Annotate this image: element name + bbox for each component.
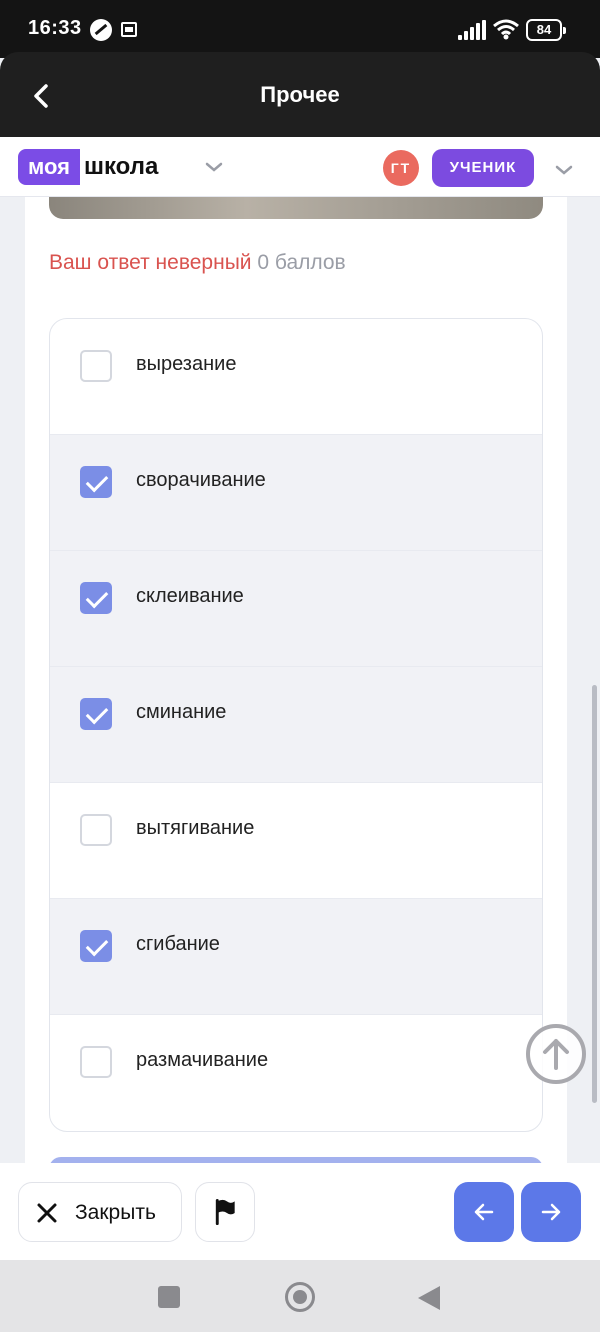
question-card: Ваш ответ неверный 0 баллов вырезание св… bbox=[25, 197, 567, 1163]
chevron-down-icon[interactable] bbox=[204, 157, 224, 177]
next-question-button[interactable] bbox=[521, 1182, 581, 1242]
status-time: 16:33 bbox=[28, 17, 82, 39]
blocked-icon bbox=[90, 19, 112, 41]
system-navigation-bar bbox=[0, 1260, 600, 1332]
logo-part-2: школа bbox=[83, 153, 159, 180]
checkbox[interactable] bbox=[80, 350, 112, 382]
system-back-icon[interactable] bbox=[418, 1286, 440, 1310]
calendar-icon bbox=[121, 22, 137, 37]
result-status: Ваш ответ неверный bbox=[49, 251, 252, 274]
home-icon[interactable] bbox=[285, 1282, 315, 1312]
checkbox[interactable] bbox=[80, 930, 112, 962]
role-badge[interactable]: УЧЕНИК bbox=[432, 149, 534, 187]
signal-icon bbox=[458, 20, 486, 40]
recents-icon[interactable] bbox=[158, 1286, 180, 1308]
checkbox[interactable] bbox=[80, 466, 112, 498]
answer-option[interactable]: вытягивание bbox=[50, 783, 542, 899]
logo-part-1: моя bbox=[18, 149, 80, 185]
option-label: вытягивание bbox=[136, 817, 255, 839]
checkbox[interactable] bbox=[80, 814, 112, 846]
option-label: размачивание bbox=[136, 1049, 269, 1071]
close-label: Закрыть bbox=[75, 1201, 156, 1224]
wifi-icon bbox=[493, 19, 519, 40]
checkbox[interactable] bbox=[80, 698, 112, 730]
arrow-up-icon bbox=[543, 1039, 569, 1070]
answer-option[interactable]: вырезание bbox=[50, 319, 542, 435]
top-app-bar: Прочее bbox=[0, 52, 600, 138]
answer-option[interactable]: склеивание bbox=[50, 551, 542, 667]
answer-options-list: вырезание сворачивание склеивание сминан… bbox=[49, 318, 543, 1132]
scroll-to-top-button[interactable] bbox=[526, 1024, 586, 1084]
logo[interactable]: моя школа bbox=[18, 149, 158, 185]
flag-icon bbox=[215, 1198, 235, 1226]
answer-option[interactable]: размачивание bbox=[50, 1015, 542, 1131]
answer-option[interactable]: сгибание bbox=[50, 899, 542, 1015]
question-image bbox=[49, 197, 543, 219]
bottom-toolbar: Закрыть bbox=[0, 1163, 600, 1260]
option-label: вырезание bbox=[136, 353, 237, 375]
result-points: 0 баллов bbox=[257, 251, 346, 274]
answer-option[interactable]: сворачивание bbox=[50, 435, 542, 551]
checkbox[interactable] bbox=[80, 582, 112, 614]
avatar[interactable]: ГТ bbox=[383, 150, 419, 186]
previous-question-button[interactable] bbox=[454, 1182, 514, 1242]
close-button[interactable]: Закрыть bbox=[18, 1182, 182, 1242]
option-label: сминание bbox=[136, 701, 227, 723]
flag-button[interactable] bbox=[195, 1182, 255, 1242]
answer-option[interactable]: сминание bbox=[50, 667, 542, 783]
option-label: сгибание bbox=[136, 933, 220, 955]
status-bar: 16:33 84 bbox=[0, 0, 600, 58]
option-label: сворачивание bbox=[136, 469, 266, 491]
checkbox[interactable] bbox=[80, 1046, 112, 1078]
scrollbar[interactable] bbox=[592, 685, 597, 1103]
option-label: склеивание bbox=[136, 585, 244, 607]
battery-icon: 84 bbox=[526, 19, 566, 41]
answer-result: Ваш ответ неверный 0 баллов bbox=[49, 251, 346, 275]
arrow-left-icon bbox=[474, 1203, 494, 1221]
close-icon bbox=[37, 1203, 57, 1223]
chevron-down-icon[interactable] bbox=[554, 160, 574, 180]
page-title: Прочее bbox=[260, 82, 340, 107]
arrow-right-icon bbox=[541, 1203, 561, 1221]
